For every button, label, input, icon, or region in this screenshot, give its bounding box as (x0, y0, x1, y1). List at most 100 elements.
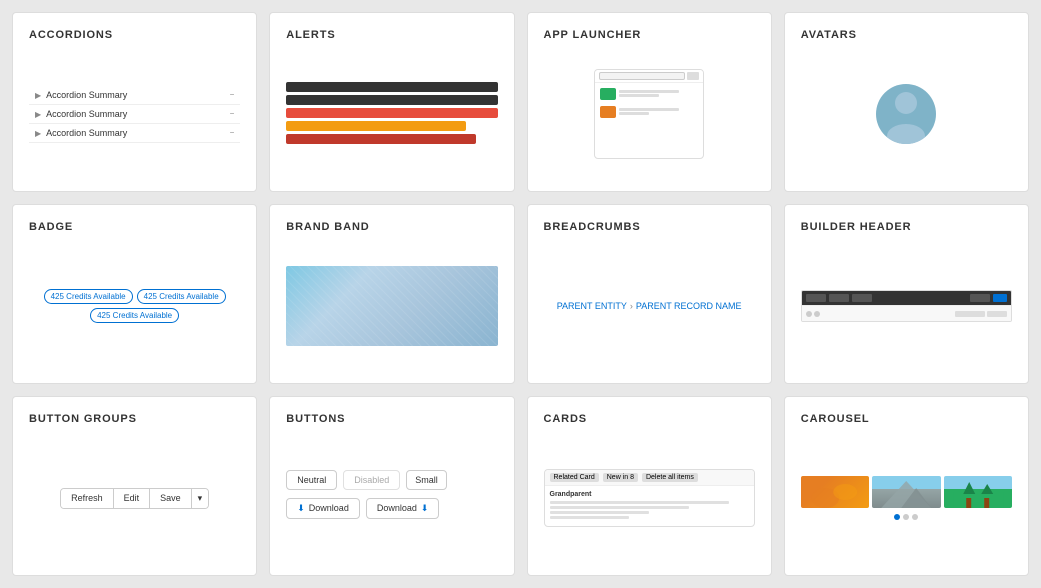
cards-line-1 (550, 501, 729, 504)
buttons-row-2: ⬇ Download Download ⬇ (286, 498, 497, 519)
avatar-body (887, 124, 925, 144)
card-alerts-preview (286, 53, 497, 175)
card-buttons-preview: Neutral Disabled Small ⬇ Download Downlo… (286, 437, 497, 559)
btn-download-2-label: Download (377, 503, 417, 513)
carousel-dots (801, 514, 1012, 520)
breadcrumb-parent: PARENT ENTITY (557, 301, 627, 311)
builder-dot-1 (806, 311, 812, 317)
cards-line-2 (550, 506, 689, 509)
app-text-line-4 (619, 112, 649, 115)
accordion-row-2: ▶ Accordion Summary − (29, 105, 240, 124)
card-badge-preview: 425 Credits Available 425 Credits Availa… (29, 245, 240, 367)
btn-download-2[interactable]: Download ⬇ (366, 498, 440, 519)
cards-line-3 (550, 511, 650, 514)
builder-bottom-bar (802, 305, 1011, 321)
accordion-label-2: ▶ Accordion Summary (35, 109, 127, 119)
card-breadcrumbs-title: BREADCRUMBS (544, 221, 755, 233)
accordion-label-3: ▶ Accordion Summary (35, 128, 127, 138)
download-icon-2: ⬇ (421, 503, 429, 514)
accordion-preview: ▶ Accordion Summary − ▶ Accordion Summar… (29, 86, 240, 143)
card-carousel-title: CAROUSEL (801, 413, 1012, 425)
card-app-launcher-title: APP LAUNCHER (544, 29, 755, 41)
btn-group-save[interactable]: Save (150, 489, 192, 508)
carousel-images (801, 476, 1012, 508)
brand-band-pattern (286, 266, 497, 346)
cards-header-btn-1: Related Card (550, 473, 599, 482)
card-builder-header-preview (801, 245, 1012, 367)
builder-btn-4 (970, 294, 990, 302)
app-icon-green (600, 88, 616, 100)
carousel-img-1 (801, 476, 869, 508)
carousel-dot-1 (894, 514, 900, 520)
builder-bottom-input (955, 311, 985, 317)
card-avatars-title: AVATARS (801, 29, 1012, 41)
card-cards-title: CARDS (544, 413, 755, 425)
button-group: Refresh Edit Save ▾ (60, 488, 209, 509)
card-carousel-preview (801, 437, 1012, 559)
card-brand-band-title: BRAND BAND (286, 221, 497, 233)
cards-header-btn-3: Delete all items (642, 473, 698, 482)
accordion-arrow-1: − (230, 90, 235, 99)
card-alerts-title: ALERTS (286, 29, 497, 41)
card-builder-header-title: BUILDER HEADER (801, 221, 1012, 233)
app-launcher-body (595, 83, 703, 125)
card-breadcrumbs-preview: PARENT ENTITY › PARENT RECORD NAME (544, 245, 755, 367)
app-icon-orange (600, 106, 616, 118)
accordion-arrow-3: − (230, 128, 235, 137)
card-badge-title: BADGE (29, 221, 240, 233)
btn-neutral[interactable]: Neutral (286, 470, 337, 490)
breadcrumbs-preview: PARENT ENTITY › PARENT RECORD NAME (557, 301, 742, 311)
alert-bar-red (286, 108, 497, 118)
cards-subheader: Grandparent (550, 491, 749, 498)
btn-download-1[interactable]: ⬇ Download (286, 498, 360, 519)
accordion-row-1: ▶ Accordion Summary − (29, 86, 240, 105)
app-header-btn (687, 72, 699, 80)
card-button-groups: BUTTON GROUPS Refresh Edit Save ▾ (12, 396, 257, 576)
btn-group-refresh[interactable]: Refresh (61, 489, 114, 508)
card-builder-header: BUILDER HEADER (784, 204, 1029, 384)
cards-line-4 (550, 516, 630, 519)
card-brand-band: BRAND BAND (269, 204, 514, 384)
alert-bar-dark (286, 82, 497, 92)
avatar-head (895, 92, 917, 114)
btn-disabled: Disabled (343, 470, 400, 490)
builder-btn-blue (993, 294, 1007, 302)
carousel-dot-3 (912, 514, 918, 520)
accordion-row-3: ▶ Accordion Summary − (29, 124, 240, 143)
breadcrumb-child: PARENT RECORD NAME (636, 301, 742, 311)
brand-band-preview (286, 266, 497, 346)
card-buttons-title: BUTTONS (286, 413, 497, 425)
builder-header-preview (801, 290, 1012, 322)
card-breadcrumbs: BREADCRUMBS PARENT ENTITY › PARENT RECOR… (527, 204, 772, 384)
btn-small[interactable]: Small (406, 470, 447, 490)
card-badge: BADGE 425 Credits Available 425 Credits … (12, 204, 257, 384)
cards-preview-header: Related Card New in 8 Delete all items (545, 470, 754, 486)
accordion-label-1: ▶ Accordion Summary (35, 90, 127, 100)
app-item-2 (598, 104, 700, 120)
app-search-bar (599, 72, 685, 80)
builder-top-bar (802, 291, 1011, 305)
badge-preview: 425 Credits Available 425 Credits Availa… (29, 289, 240, 323)
card-button-groups-preview: Refresh Edit Save ▾ (29, 437, 240, 559)
btn-group-arrow[interactable]: ▾ (192, 489, 209, 508)
app-text-lines-2 (619, 108, 698, 116)
builder-btn-1 (806, 294, 826, 302)
builder-bottom-btn (987, 311, 1007, 317)
carousel-img-3 (944, 476, 1012, 508)
card-accordions-preview: ▶ Accordion Summary − ▶ Accordion Summar… (29, 53, 240, 175)
builder-btn-3 (852, 294, 872, 302)
card-alerts: ALERTS (269, 12, 514, 192)
badge-1: 425 Credits Available (44, 289, 133, 304)
card-button-groups-title: BUTTON GROUPS (29, 413, 240, 425)
card-app-launcher: APP LAUNCHER (527, 12, 772, 192)
card-avatars-preview (801, 53, 1012, 175)
builder-btn-2 (829, 294, 849, 302)
card-brand-band-preview (286, 245, 497, 367)
card-app-launcher-preview (544, 53, 755, 175)
app-text-line (619, 90, 679, 93)
app-text-line-2 (619, 94, 659, 97)
card-accordions: ACCORDIONS ▶ Accordion Summary − ▶ Accor… (12, 12, 257, 192)
btn-group-edit[interactable]: Edit (114, 489, 151, 508)
alert-bar-dark2 (286, 95, 497, 105)
app-item-1 (598, 86, 700, 102)
